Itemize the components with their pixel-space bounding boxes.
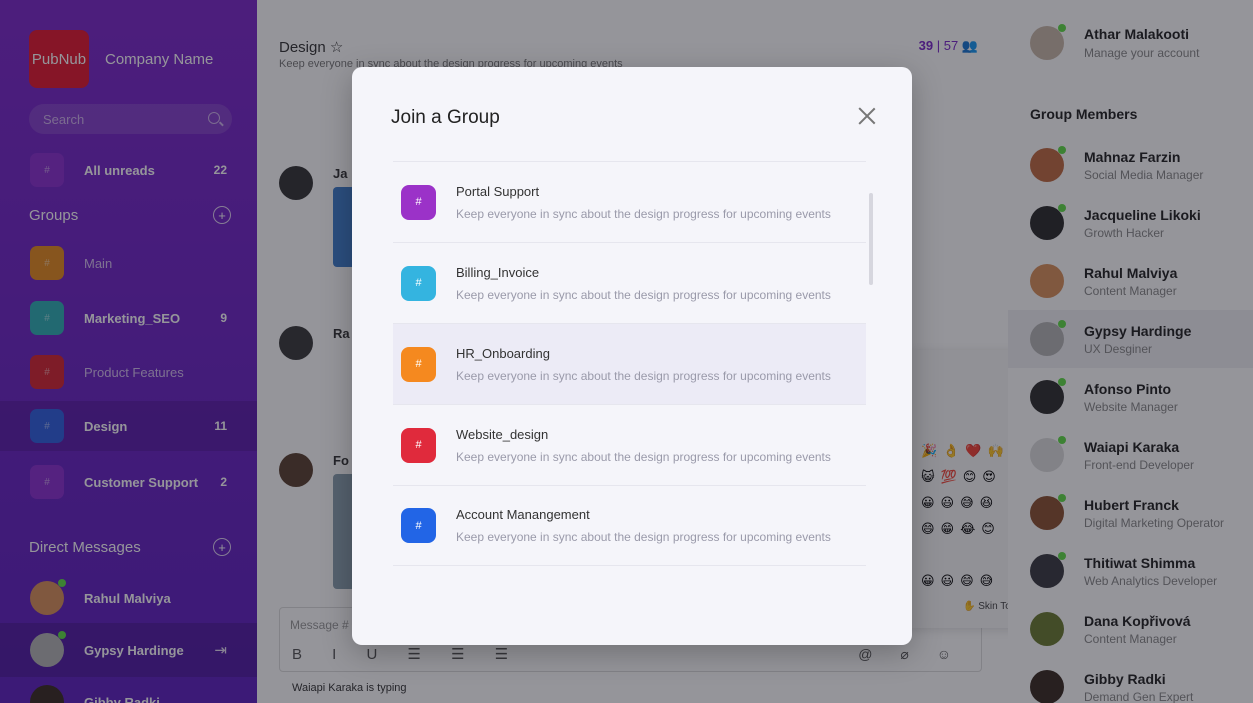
group-list: # Portal Support Keep everyone in sync a… [393, 161, 866, 566]
group-name: Billing_Invoice [456, 264, 540, 280]
close-icon[interactable] [858, 107, 876, 125]
group-description: Keep everyone in sync about the design p… [456, 368, 831, 383]
join-group-modal: Join a Group # Portal Support Keep every… [352, 67, 912, 645]
group-description: Keep everyone in sync about the design p… [456, 206, 831, 221]
group-description: Keep everyone in sync about the design p… [456, 530, 831, 544]
modal-scrollbar[interactable] [869, 193, 873, 285]
hash-icon: # [401, 184, 436, 220]
group-description: Keep everyone in sync about the design p… [456, 287, 831, 302]
hash-icon: # [401, 427, 436, 463]
group-option-billing-invoice[interactable]: # Billing_Invoice Keep everyone in sync … [393, 242, 866, 323]
group-option-hr-onboarding[interactable]: # HR_Onboarding Keep everyone in sync ab… [393, 323, 866, 404]
hash-icon: # [401, 265, 436, 301]
modal-title: Join a Group [391, 107, 500, 128]
group-name: Portal Support [456, 183, 540, 199]
group-description: Keep everyone in sync about the design p… [456, 449, 831, 464]
group-name: Website_design [456, 426, 549, 442]
group-option-website-design[interactable]: # Website_design Keep everyone in sync a… [393, 404, 866, 485]
hash-icon: # [401, 346, 436, 382]
group-option-portal-support[interactable]: # Portal Support Keep everyone in sync a… [393, 161, 866, 242]
group-option-account-management[interactable]: # Account Manangement Keep everyone in s… [393, 485, 866, 566]
group-name: Account Manangement [456, 507, 590, 522]
group-name: HR_Onboarding [456, 345, 550, 361]
hash-icon: # [401, 508, 436, 543]
